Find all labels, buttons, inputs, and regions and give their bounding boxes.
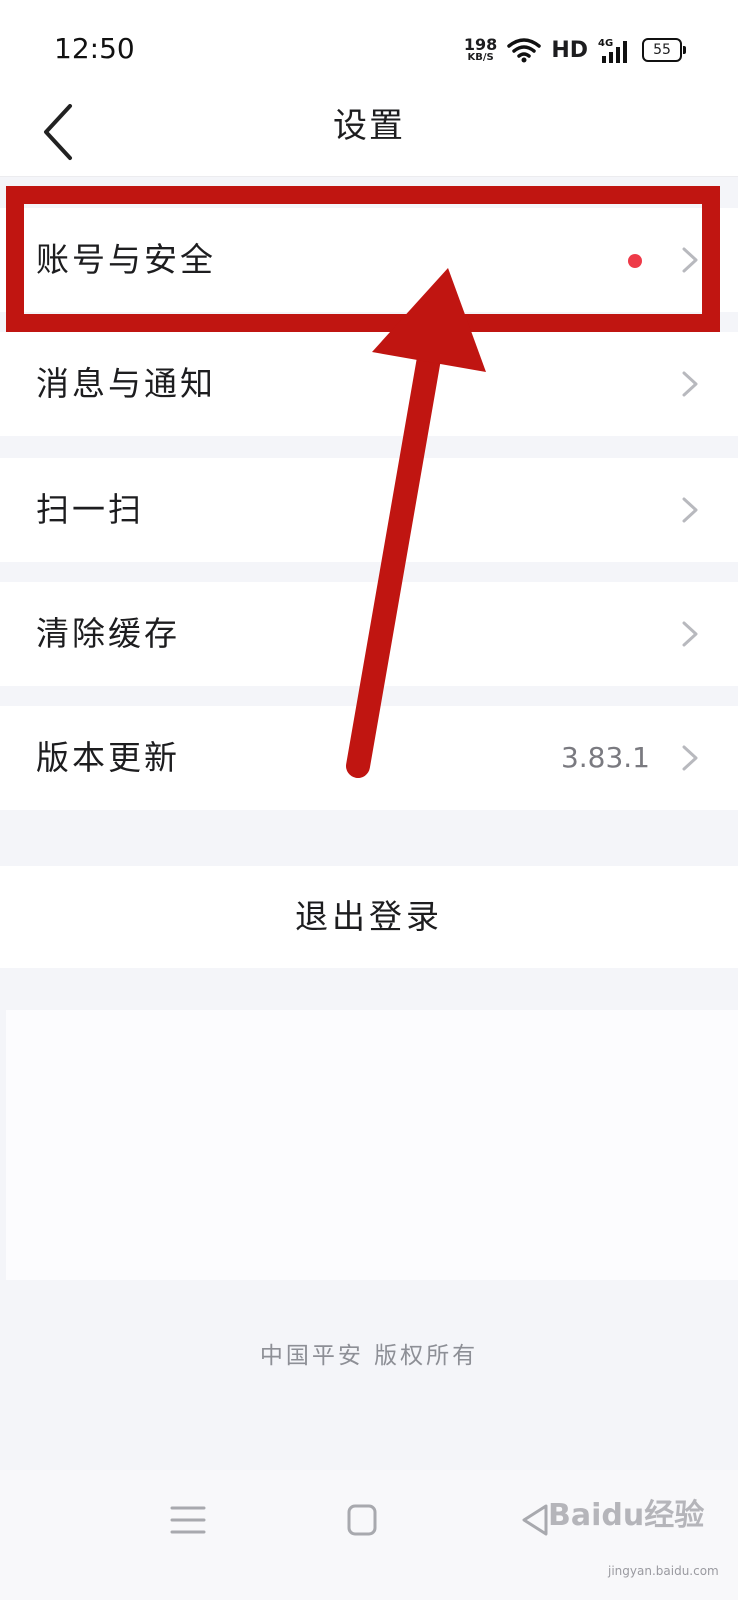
watermark-logo: Baidu经验 [548,1498,705,1533]
network-speed-value: 198 [463,35,498,54]
hd-label: HD [551,37,588,63]
logout-label: 退出登录 [295,897,443,936]
settings-item-label: 版本更新 [36,738,180,777]
settings-item-version-update[interactable]: 版本更新 3.83.1 [0,706,738,810]
network-speed-unit: KB/S [467,52,494,63]
status-time: 12:50 [54,32,135,65]
settings-item-clear-cache[interactable]: 清除缓存 [0,582,738,686]
watermark-url: jingyan.baidu.com [608,1564,719,1578]
settings-item-label: 消息与通知 [36,364,216,403]
version-number: 3.83.1 [560,741,650,774]
settings-item-account-security[interactable]: 账号与安全 [0,208,738,312]
settings-item-label: 扫一扫 [36,490,144,529]
cellular-signal-icon: 4G [598,38,627,63]
page-title: 设置 [333,106,405,146]
network-speed: 198 KB/S [464,37,497,63]
chevron-right-icon [682,371,698,397]
settings-item-label: 账号与安全 [36,240,216,279]
home-button[interactable] [340,1500,384,1540]
blank-panel [6,1010,738,1280]
settings-item-messages-notifications[interactable]: 消息与通知 [0,332,738,436]
logout-button[interactable]: 退出登录 [0,866,738,968]
battery-icon: 55 [642,38,686,62]
settings-item-label: 清除缓存 [36,614,180,653]
settings-item-scan[interactable]: 扫一扫 [0,458,738,562]
status-icons: 198 KB/S HD 4G 55 [464,30,686,70]
chevron-right-icon [682,247,698,273]
battery-level: 55 [653,42,671,58]
copyright-text: 中国平安 版权所有 [259,1343,479,1369]
chevron-right-icon [682,497,698,523]
wifi-icon [507,38,542,63]
chevron-right-icon [682,621,698,647]
status-bar: 12:50 198 KB/S HD 4G 55 [0,0,738,100]
chevron-right-icon [682,745,698,771]
menu-button[interactable] [166,1500,210,1540]
nav-bar: 设置 [0,100,738,177]
signal-label: 4G [598,38,613,49]
notification-dot [628,254,642,268]
